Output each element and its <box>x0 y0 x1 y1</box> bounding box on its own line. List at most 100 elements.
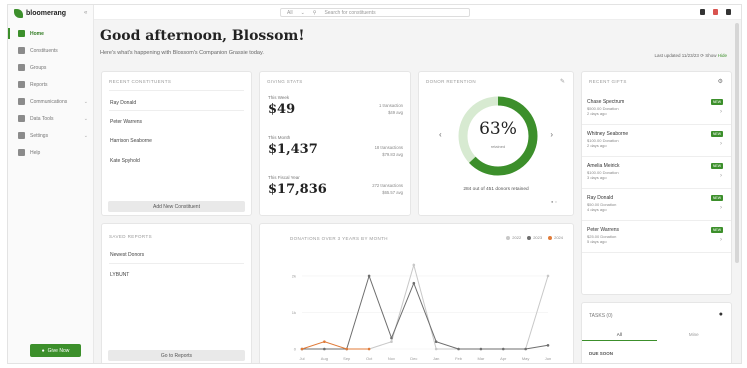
chevron-right-icon[interactable]: › <box>720 205 722 211</box>
chevron-down-icon: ⌄ <box>83 132 88 139</box>
sidebar-item-reports[interactable]: Reports <box>8 76 94 93</box>
donor-retention-card: DONOR RETENTION ✎ 63% retained ‹ › 284 o… <box>418 71 574 216</box>
y-tick-label: 2k <box>292 273 296 278</box>
carousel-dots[interactable]: ● ○ <box>551 199 557 204</box>
gift-details: $100.00 Donation 3 days ago <box>587 170 619 180</box>
gift-row[interactable]: Peter Warrens $25.00 Donation 5 days ago NE… <box>582 222 731 253</box>
settings-icon[interactable] <box>726 9 731 15</box>
last-updated-text: Last updated 11/23/23 ⟳ Show <box>654 53 717 58</box>
gift-row[interactable]: Whitney Seaborne $100.00 Donation 2 days a… <box>582 126 731 157</box>
nav-icon <box>18 81 25 88</box>
data-point <box>345 347 349 351</box>
report-link[interactable]: Newest Donors <box>110 252 144 258</box>
gift-donor-name[interactable]: Chase Spectrum <box>587 99 624 105</box>
data-point <box>546 344 550 347</box>
y-tick-label: 1k <box>292 310 296 315</box>
stat-notes: 272 transactions $65.57 avg <box>372 182 403 196</box>
chevron-down-icon: ⌄ <box>83 98 88 105</box>
data-point <box>367 347 371 351</box>
donations-line-chart: 0 1k 2k Jul Aug Sep Oct Nov Dec Jan Feb Mar Apr May Ju… <box>292 263 551 361</box>
sidebar-item-help[interactable]: Help <box>8 144 94 161</box>
data-point <box>390 340 393 343</box>
y-tick-label: 0 <box>294 347 297 352</box>
give-now-button[interactable]: ● Give Now <box>30 344 81 357</box>
chevron-right-icon[interactable]: › <box>720 141 722 147</box>
page-subtitle: Here's what's happening with Blossom's C… <box>100 50 264 56</box>
gift-donor-name[interactable]: Whitney Seaborne <box>587 131 628 137</box>
gift-row[interactable]: Chase Spectrum $500.00 Donation 2 days ago… <box>582 94 731 125</box>
sidebar-item-settings[interactable]: Settings ⌄ <box>8 127 94 144</box>
search-icon: ⚲ <box>312 9 317 16</box>
chevron-left-icon[interactable]: ‹ <box>439 130 442 139</box>
top-bar: All ⌄ ⚲ Search for constituents <box>94 5 741 20</box>
collapse-sidebar-icon[interactable]: « <box>84 10 87 16</box>
go-to-reports-button[interactable]: Go to Reports <box>108 350 245 361</box>
gift-donor-name[interactable]: Peter Warrens <box>587 227 619 233</box>
series-line-2022 <box>302 263 549 350</box>
notifications-icon[interactable] <box>700 9 705 15</box>
search-scope-select[interactable]: All <box>287 10 293 16</box>
data-point <box>412 281 416 285</box>
sidebar-item-label: Data Tools <box>30 115 54 122</box>
tab-all[interactable]: All <box>582 328 657 341</box>
data-point <box>300 347 304 351</box>
stat-value: $17,836 <box>268 182 327 197</box>
legend-label: 2023 <box>533 235 543 240</box>
retention-caption: 284 out of 451 donors retained <box>463 187 529 192</box>
x-tick-label: Jan <box>433 356 439 361</box>
search-bar[interactable]: All ⌄ ⚲ Search for constituents <box>280 8 470 17</box>
tasks-title-label: TASKS <box>589 313 606 319</box>
gift-row[interactable]: Amelia Meirick $100.00 Donation 3 days ago… <box>582 158 731 189</box>
gear-icon[interactable]: ⚙ <box>718 78 723 85</box>
constituent-link[interactable]: Peter Warrens <box>110 119 142 125</box>
chevron-right-icon[interactable]: › <box>720 237 722 243</box>
new-badge: NEW <box>710 163 723 169</box>
nav-icon <box>18 98 25 105</box>
chevron-right-icon[interactable]: › <box>720 109 722 115</box>
sidebar-item-communications[interactable]: Communications ⌄ <box>8 93 94 110</box>
legend-item[interactable]: 2024 <box>548 235 563 240</box>
data-point <box>434 347 438 351</box>
constituent-link[interactable]: Kate Spyhold <box>110 158 140 164</box>
brand-logo[interactable]: bloomerang <box>14 9 66 18</box>
gift-icon: ● <box>41 347 45 354</box>
edit-icon[interactable]: ✎ <box>560 78 565 85</box>
gift-details: $500.00 Donation 2 days ago <box>587 106 619 116</box>
legend-item[interactable]: 2023 <box>527 235 542 240</box>
tab-mine[interactable]: Mine <box>657 328 732 341</box>
stat-value: $1,437 <box>268 142 318 157</box>
add-constituent-button[interactable]: Add New Constituent <box>108 201 245 212</box>
search-input[interactable]: Search for constituents <box>324 10 375 16</box>
gift-details: $25.00 Donation 5 days ago <box>587 234 616 244</box>
alerts-icon[interactable] <box>713 9 718 15</box>
recent-constituents-title: RECENT CONSTITUENTS <box>109 79 172 84</box>
legend-swatch <box>548 235 553 240</box>
add-task-icon[interactable]: ● <box>719 311 723 318</box>
hide-link[interactable]: Hide <box>718 53 727 58</box>
sidebar-item-constituents[interactable]: Constituents <box>8 42 94 59</box>
gift-donor-name[interactable]: Ray Donald <box>587 195 613 201</box>
constituent-link[interactable]: Harrison Seaborne <box>110 138 152 144</box>
data-point <box>524 347 527 351</box>
sidebar-item-data-tools[interactable]: Data Tools ⌄ <box>8 110 94 127</box>
stat-notes: 18 transactions $79.83 avg <box>375 144 403 158</box>
legend-item[interactable]: 2022 <box>506 235 521 240</box>
data-point <box>367 274 371 278</box>
sidebar-item-groups[interactable]: Groups <box>8 59 94 76</box>
stat-note: 272 transactions <box>372 183 403 188</box>
gift-row[interactable]: Ray Donald $50.00 Donation 4 days ago NEW › <box>582 190 731 221</box>
chevron-right-icon[interactable]: › <box>550 130 553 139</box>
report-link[interactable]: LYBUNT <box>110 272 129 278</box>
stat-note: $79.83 avg <box>382 152 403 157</box>
chevron-down-icon: ⌄ <box>83 115 88 122</box>
x-tick-label: Dec <box>410 356 417 361</box>
divider <box>109 110 244 111</box>
page-scrollbar[interactable] <box>735 23 739 263</box>
x-tick-label: Apr <box>500 356 507 361</box>
chevron-right-icon[interactable]: › <box>720 173 722 179</box>
sidebar-item-home[interactable]: Home <box>8 25 94 42</box>
x-tick-label: Feb <box>455 356 463 361</box>
gift-date: 2 days ago <box>587 143 607 148</box>
gift-donor-name[interactable]: Amelia Meirick <box>587 163 620 169</box>
constituent-link[interactable]: Ray Donald <box>110 100 136 106</box>
